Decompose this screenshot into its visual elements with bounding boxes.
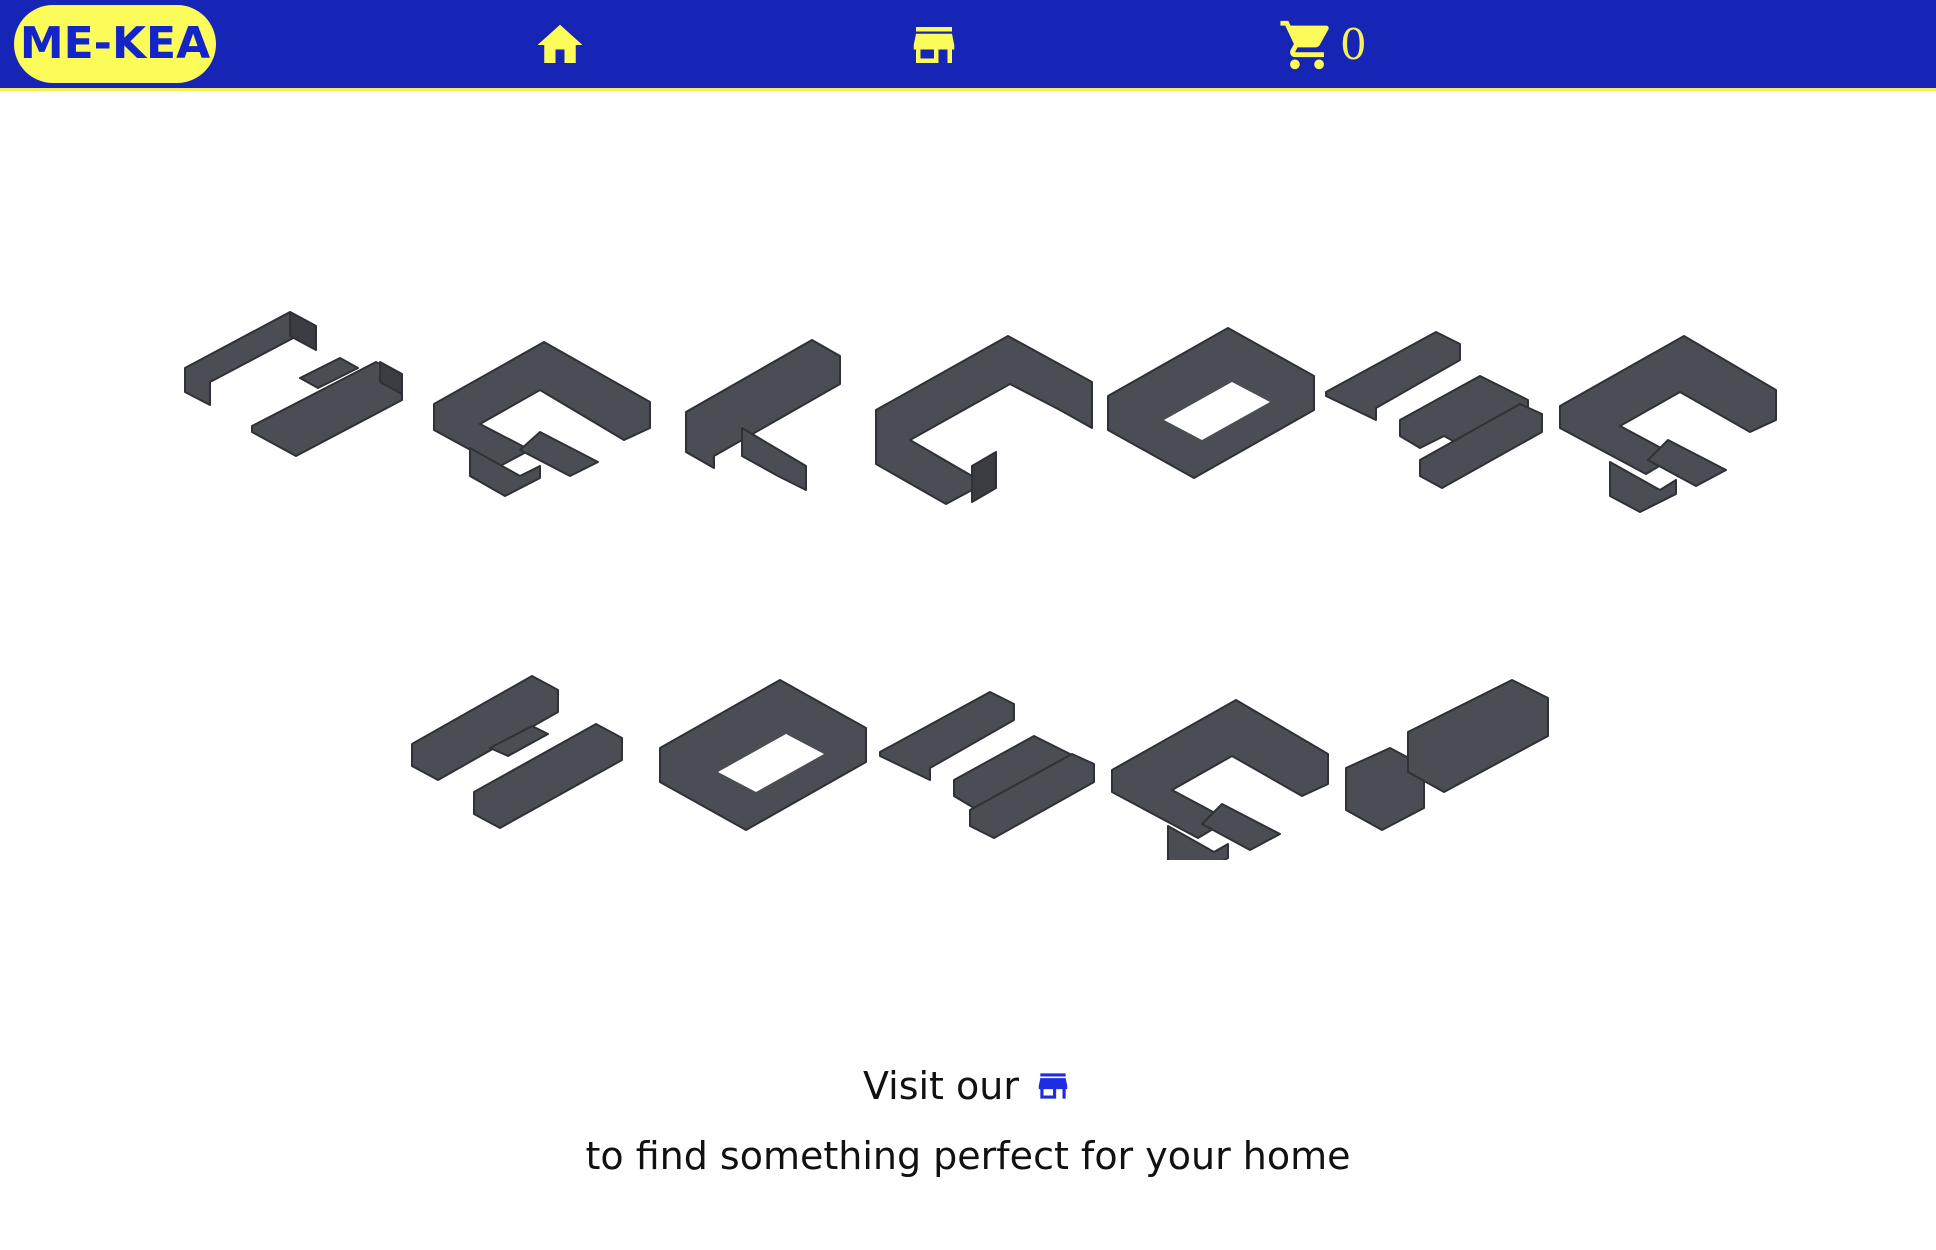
message-line-2: to find something perfect for your home — [585, 1134, 1351, 1178]
sofa-letter-w — [184, 311, 403, 457]
cart-icon — [1280, 20, 1329, 70]
sofa-letter-m — [1325, 331, 1543, 489]
sofa-letter-art — [184, 311, 1777, 860]
sofa-letter-e1 — [433, 341, 651, 497]
sofa-letter-c — [875, 335, 1093, 505]
cart-button[interactable]: 0 — [1278, 16, 1367, 74]
sofa-letter-l — [685, 339, 841, 491]
visit-our-text: Visit our — [862, 1064, 1019, 1108]
visit-store-message: Visit our to find something perfect for … — [0, 1055, 1936, 1191]
welcome-home-sofa-heading — [0, 300, 1936, 860]
logo-button[interactable]: ME-KEA — [14, 5, 216, 83]
sofa-letter-h — [411, 675, 623, 829]
cart-count: 0 — [1340, 20, 1367, 69]
home-icon[interactable] — [532, 18, 588, 72]
sofa-letter-o2 — [659, 679, 867, 831]
sofa-letter-m2 — [879, 691, 1095, 839]
sofa-letter-e2 — [1559, 335, 1777, 513]
store-icon[interactable] — [906, 18, 962, 72]
store-icon[interactable] — [1033, 1067, 1073, 1105]
message-line-1: Visit our — [0, 1055, 1936, 1117]
sofa-letter-e3 — [1111, 699, 1329, 860]
sofa-exclamation — [1345, 679, 1549, 831]
top-navbar: ME-KEA 0 — [0, 0, 1936, 91]
sofa-letter-o — [1107, 327, 1315, 479]
